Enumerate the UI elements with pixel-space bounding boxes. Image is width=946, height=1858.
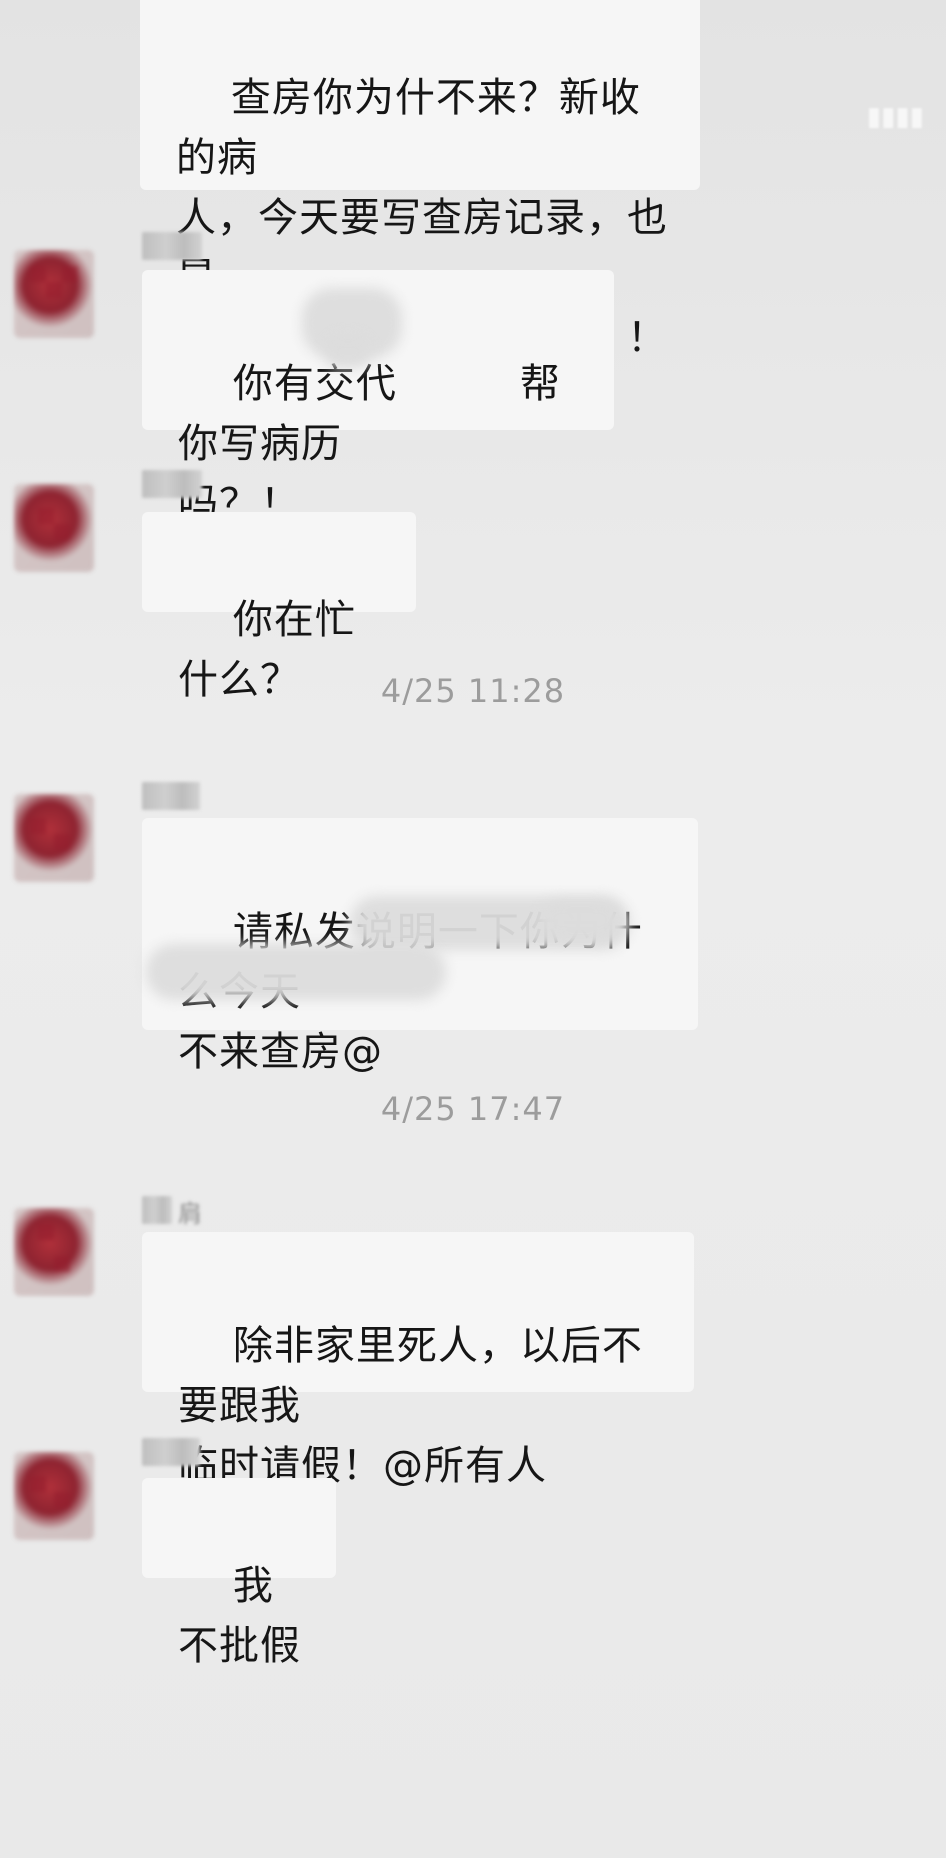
timestamp: 4/25 11:28 <box>380 672 566 710</box>
message-text: 你有交代 帮你写病历 吗？！ <box>178 361 561 527</box>
timestamp: 4/25 17:47 <box>380 1090 566 1128</box>
chat-history[interactable]: 查房你为什不来？新收的病 人，今天要写查房记录，也是 你的病人，为什么不来？！ … <box>0 0 946 1858</box>
message-bubble[interactable]: 你在忙什么？ <box>142 512 416 703</box>
sender-name-redacted <box>142 232 202 260</box>
message-bubble[interactable]: 查房你为什不来？新收的病 人，今天要写查房记录，也是 你的病人，为什么不来？！ <box>140 0 700 361</box>
message-text: 除非家里死人，以后不要跟我 临时请假！@所有人 <box>178 1323 643 1489</box>
sender-name-glyph: 肩 <box>178 1200 202 1228</box>
message-bubble[interactable]: 除非家里死人，以后不要跟我 临时请假！@所有人 <box>142 1232 694 1489</box>
sender-name-redacted <box>142 470 202 498</box>
message-bubble[interactable]: 我不批假 <box>142 1478 336 1669</box>
redaction-blur <box>324 334 372 368</box>
avatar[interactable] <box>14 484 94 572</box>
sender-name-redacted <box>142 1438 200 1466</box>
watermark: ▮▮▮▮ <box>866 102 924 132</box>
avatar[interactable] <box>14 250 94 338</box>
sender-name-redacted <box>142 782 200 810</box>
sender-name-redacted: 肩 <box>142 1196 202 1228</box>
redaction-blur <box>146 944 446 1000</box>
avatar[interactable] <box>14 1452 94 1540</box>
avatar[interactable] <box>14 1208 94 1296</box>
avatar[interactable] <box>14 794 94 882</box>
redaction-blur <box>540 900 620 940</box>
message-text: 我不批假 <box>178 1563 301 1669</box>
